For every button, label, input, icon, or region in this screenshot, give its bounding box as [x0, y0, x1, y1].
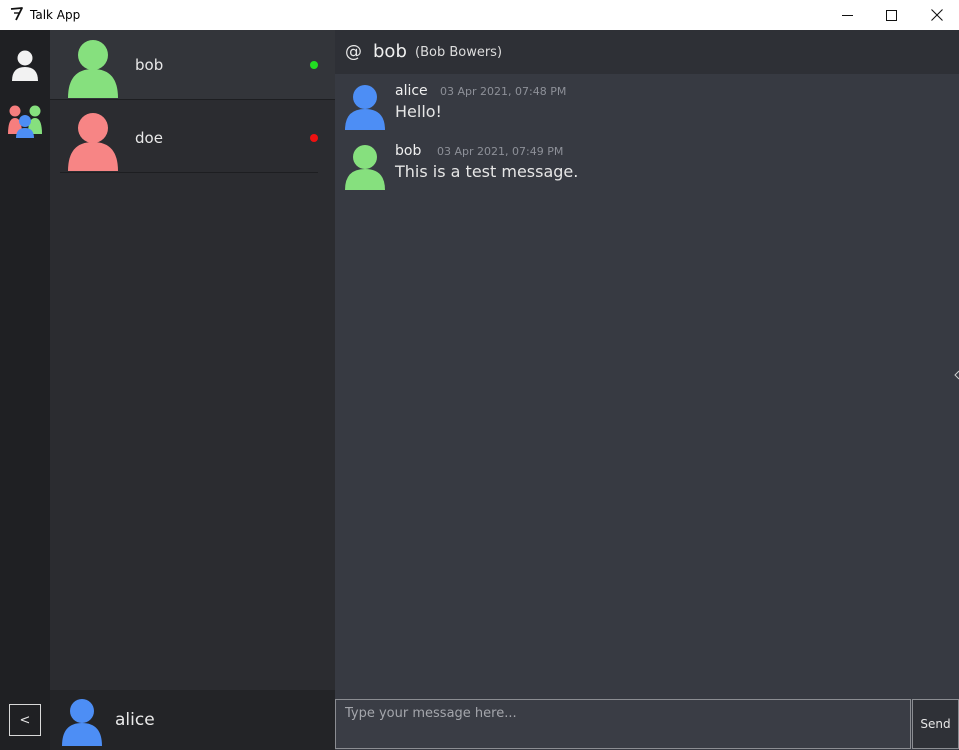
navigation-rail: <: [0, 30, 50, 750]
window-title: Talk App: [30, 8, 81, 22]
at-icon: @: [345, 42, 362, 62]
message-input[interactable]: [335, 699, 911, 749]
title-bar: Talk App: [0, 0, 959, 30]
app-logo-icon: [10, 7, 23, 21]
avatar: [345, 85, 385, 130]
status-offline-icon: [310, 134, 318, 142]
avatar: [68, 40, 118, 98]
message-timestamp: 03 Apr 2021, 07:49 PM: [437, 145, 564, 158]
contact-item-doe[interactable]: doe: [60, 103, 318, 173]
chat-full-name: (Bob Bowers): [415, 45, 503, 60]
group-icon[interactable]: [8, 104, 42, 138]
current-user-bar: alice: [50, 690, 335, 750]
contact-name: bob: [135, 56, 164, 74]
chat-panel: @ bob (Bob Bowers) alice 03 Apr 2021, 07…: [335, 30, 959, 750]
status-online-icon: [310, 61, 318, 69]
minimize-icon: [841, 14, 853, 16]
message-item: alice 03 Apr 2021, 07:48 PM Hello!: [345, 82, 945, 138]
message-author: bob: [395, 143, 422, 159]
send-button[interactable]: Send: [912, 699, 959, 749]
message-timestamp: 03 Apr 2021, 07:48 PM: [440, 85, 567, 98]
avatar: [62, 699, 102, 746]
close-button[interactable]: [914, 0, 959, 30]
chat-header: @ bob (Bob Bowers): [335, 30, 959, 74]
chat-username: bob: [373, 41, 407, 62]
minimize-button[interactable]: [824, 0, 870, 30]
avatar: [68, 113, 118, 171]
message-text: Hello!: [395, 102, 442, 121]
maximize-button[interactable]: [868, 0, 914, 30]
resize-handle-icon[interactable]: [954, 370, 959, 380]
contact-item-bob[interactable]: bob: [50, 30, 335, 100]
avatar: [345, 145, 385, 190]
collapse-sidebar-button[interactable]: <: [9, 704, 41, 736]
contact-list: bob doe: [50, 30, 335, 690]
contact-name: doe: [135, 129, 163, 147]
close-icon: [931, 9, 943, 21]
user-icon[interactable]: [10, 48, 40, 82]
message-author: alice: [395, 83, 428, 99]
message-text: This is a test message.: [395, 162, 579, 181]
maximize-icon: [885, 9, 897, 21]
current-user-name: alice: [115, 710, 155, 730]
message-item: bob 03 Apr 2021, 07:49 PM This is a test…: [345, 142, 945, 198]
